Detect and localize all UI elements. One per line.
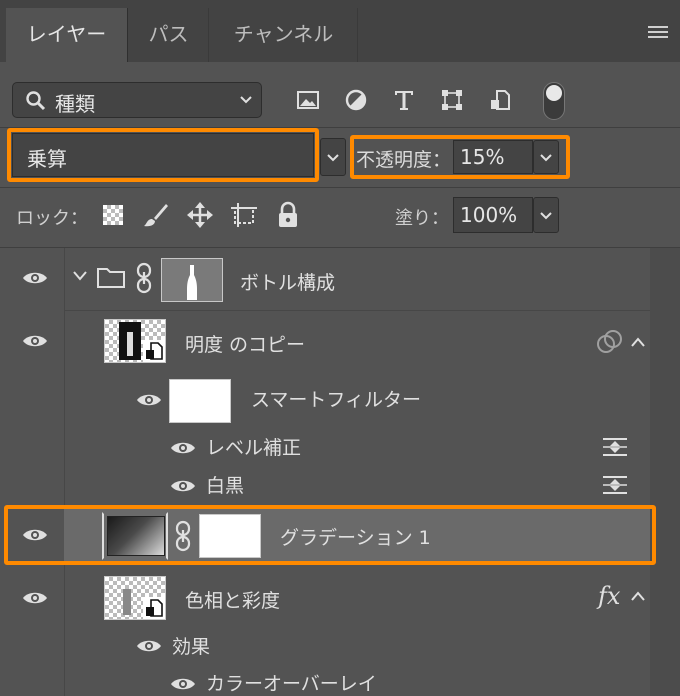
layer-row-copy[interactable]: 明度 のコピー <box>0 311 650 373</box>
layer-row-hue-saturation[interactable]: 色相と彩度 fx <box>0 568 650 628</box>
smart-object-filter-icon[interactable] <box>488 88 512 112</box>
fill-value: 100% <box>460 203 518 227</box>
eye-icon[interactable] <box>136 392 162 408</box>
chevron-up-icon <box>631 591 645 601</box>
eye-icon[interactable] <box>22 270 48 286</box>
divider <box>0 187 680 188</box>
eye-icon[interactable] <box>136 638 162 654</box>
chevron-up-icon <box>631 337 645 347</box>
layer-row-group[interactable]: ボトル構成 <box>0 248 650 310</box>
tab-layers[interactable]: レイヤー <box>6 8 128 62</box>
fill-dropdown-button[interactable] <box>533 197 559 233</box>
collapse-effects-button[interactable] <box>626 578 650 618</box>
filter-label: スマートフィルター <box>251 389 422 411</box>
panel-menu-icon[interactable] <box>648 26 668 40</box>
lock-artboard-icon[interactable] <box>229 201 259 229</box>
filter-kind-label: 種類 <box>55 92 95 116</box>
filter-toggle-switch[interactable] <box>543 82 565 120</box>
highlight-gradient-layer <box>4 505 656 565</box>
tab-paths[interactable]: パス <box>129 8 209 62</box>
layer-name: ボトル構成 <box>240 272 336 294</box>
fill-label: 塗り： <box>395 208 449 229</box>
panel-tab-bar: レイヤー パス チャンネル <box>0 0 680 62</box>
lock-all-icon[interactable] <box>276 201 300 229</box>
smart-object-badge-icon <box>143 340 165 362</box>
chevron-down-icon <box>240 96 252 104</box>
effects-label: 効果 <box>172 636 211 658</box>
image-filter-icon[interactable] <box>296 88 320 112</box>
smart-filter-row[interactable]: スマートフィルター <box>64 373 650 427</box>
eye-icon[interactable] <box>22 333 48 349</box>
layers-scrollbar[interactable] <box>650 248 680 696</box>
layer-name: 明度 のコピー <box>185 334 306 356</box>
highlight-blend-mode <box>7 128 319 182</box>
shape-filter-icon[interactable] <box>440 88 464 112</box>
smart-object-badge-icon <box>143 597 165 619</box>
filter-mask-thumbnail[interactable] <box>169 379 231 423</box>
adjustment-filter-icon[interactable] <box>344 88 368 112</box>
layer-name: 色相と彩度 <box>185 590 281 612</box>
type-filter-icon[interactable] <box>392 88 416 112</box>
fx-icon[interactable]: fx <box>598 582 620 610</box>
lock-paint-icon[interactable] <box>142 202 170 228</box>
smart-object-thumbnail[interactable] <box>104 576 166 620</box>
tab-channels[interactable]: チャンネル <box>210 8 358 62</box>
highlight-opacity <box>350 135 570 179</box>
link-icon[interactable] <box>135 262 153 294</box>
blend-mode-dropdown-button[interactable] <box>320 138 346 176</box>
layer-filter-select[interactable]: 種類 <box>12 82 262 118</box>
lock-transparency-icon[interactable] <box>103 205 123 225</box>
filter-blending-options-icon[interactable] <box>602 436 628 458</box>
chevron-down-icon[interactable] <box>72 270 88 282</box>
chevron-down-icon <box>327 154 339 162</box>
search-icon <box>26 91 46 111</box>
effect-row-color-overlay[interactable]: カラーオーバーレイ <box>64 664 650 696</box>
smart-object-thumbnail[interactable] <box>104 319 166 363</box>
smart-filter-indicator-icon[interactable] <box>596 329 624 355</box>
eye-icon[interactable] <box>170 478 196 494</box>
effects-row[interactable]: 効果 <box>64 628 650 662</box>
filter-blending-options-icon[interactable] <box>602 474 628 496</box>
lock-label: ロック： <box>16 208 88 229</box>
chevron-down-icon <box>540 212 552 220</box>
folder-icon <box>97 268 125 288</box>
filter-row-black-white[interactable]: 白黒 <box>64 466 650 504</box>
eye-icon[interactable] <box>170 676 196 692</box>
fill-input[interactable]: 100% <box>453 197 533 233</box>
layer-mask-thumbnail[interactable] <box>161 258 223 302</box>
eye-icon[interactable] <box>170 440 196 456</box>
effect-name: カラーオーバーレイ <box>206 673 377 695</box>
eye-icon[interactable] <box>22 590 48 606</box>
filter-name: 白黒 <box>206 475 245 497</box>
filter-row-levels[interactable]: レベル補正 <box>64 428 650 466</box>
collapse-filters-button[interactable] <box>626 320 650 370</box>
lock-position-icon[interactable] <box>186 201 214 229</box>
filter-name: レベル補正 <box>206 437 302 459</box>
